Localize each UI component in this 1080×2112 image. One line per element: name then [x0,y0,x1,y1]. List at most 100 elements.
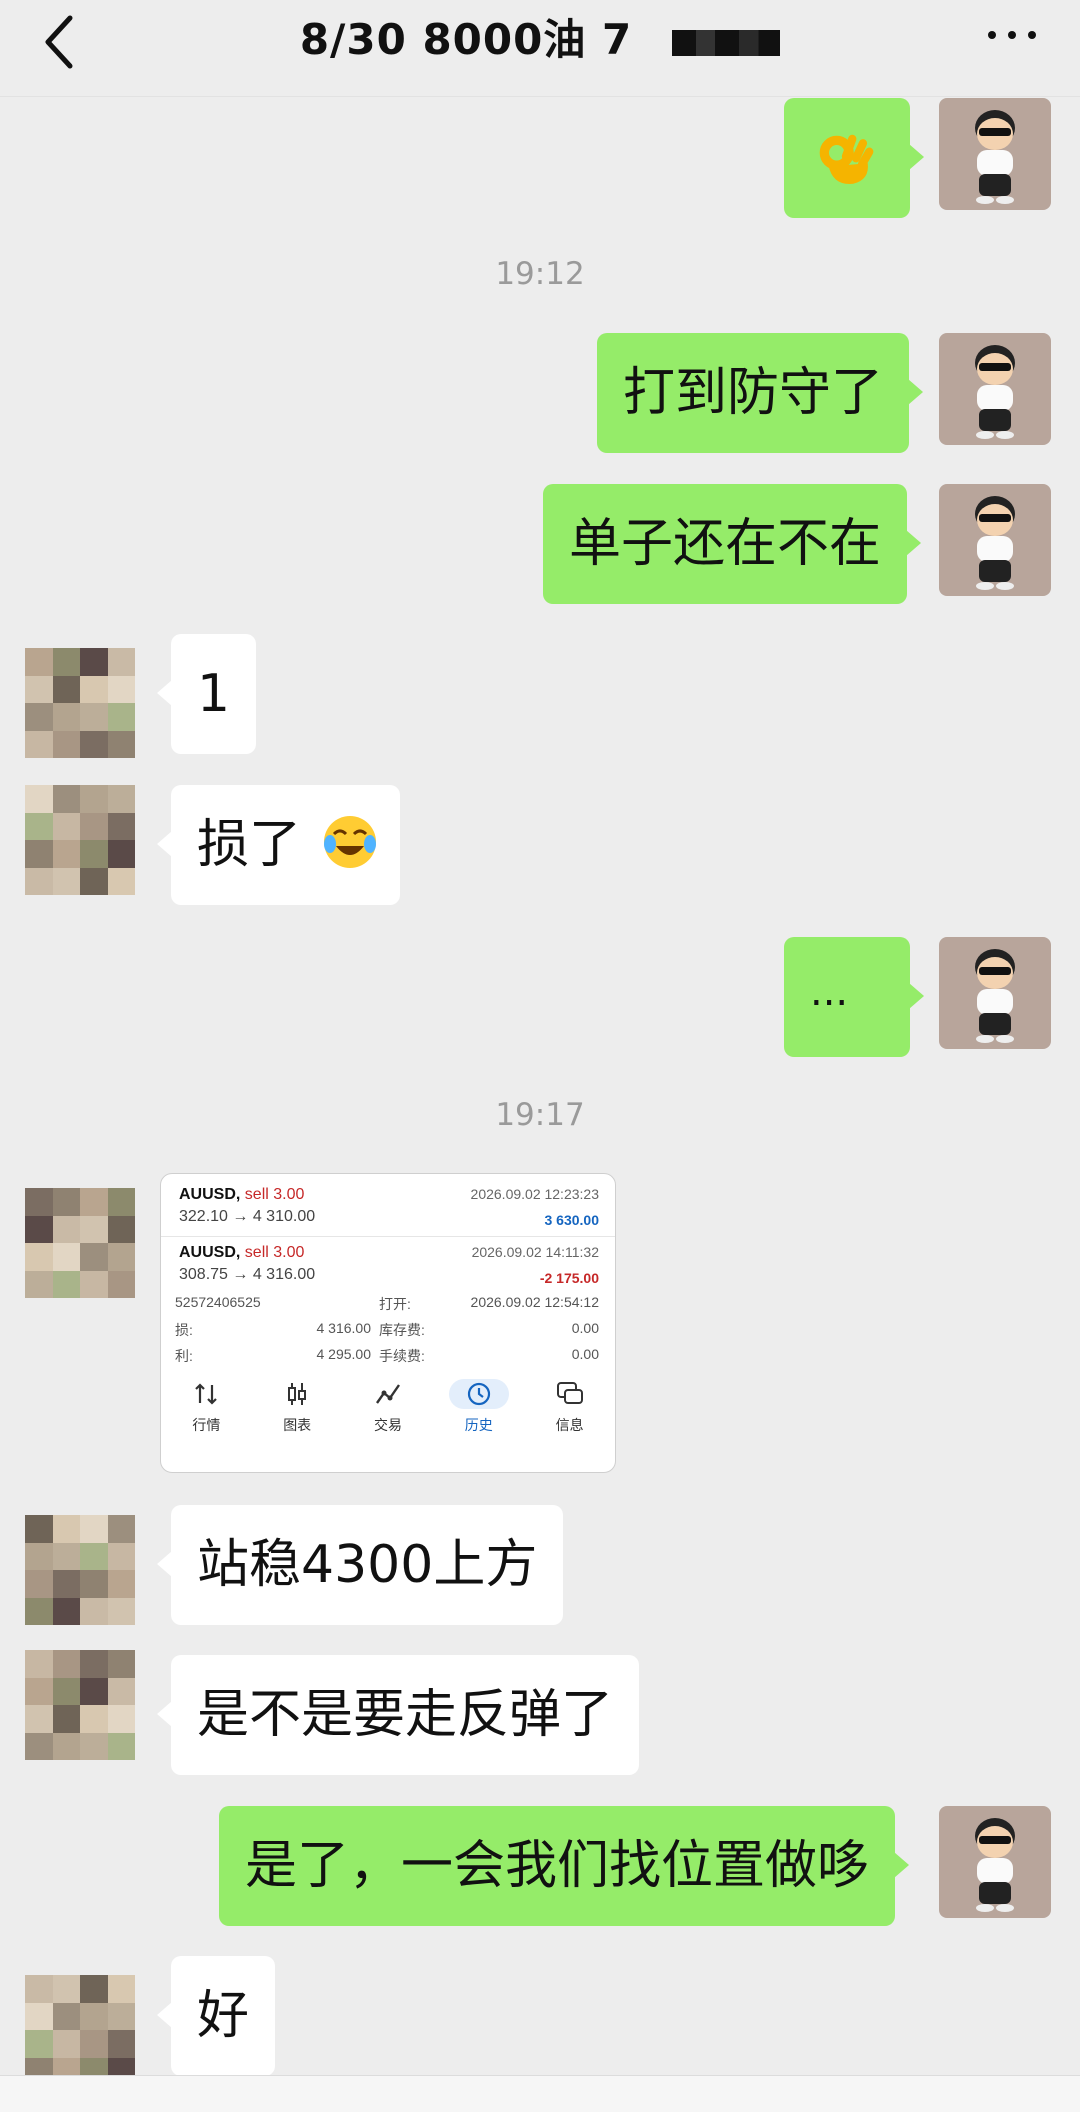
chat-title: 8/30 8000油 7 [0,10,1080,70]
avatar-pixel [52,1650,80,1678]
avatar-pixel [52,2002,80,2030]
avatar-pixel [25,2002,53,2030]
avatar-pixel [80,2030,108,2058]
nav-history: 历史 [447,1379,511,1449]
avatar-pixel [52,1188,80,1216]
chat-bubbles-icon [556,1382,583,1404]
avatar[interactable] [939,1806,1051,1918]
message-bubble[interactable]: 好 [156,1956,276,2076]
message-bubble[interactable]: 是不是要走反弹了 [156,1655,640,1775]
nav-chart: 图表 [265,1379,329,1449]
avatar-pixel [25,785,53,813]
avatar-pixel [80,2002,108,2030]
avatar-pixel [107,1542,135,1570]
trend-line-icon [376,1384,400,1404]
avatar-pixel [80,1243,108,1271]
avatar-pixel [80,1975,108,2003]
nav-trade: 交易 [356,1379,420,1449]
message-bubble[interactable]: ... [784,937,924,1057]
avatar-pixel [52,675,80,703]
avatar-pixel [52,1975,80,2003]
avatar-pixel [107,1515,135,1543]
avatar-pixel [80,1188,108,1216]
avatar-pixel [52,730,80,758]
avatar-pixel [80,675,108,703]
avatar-pixel [25,840,53,868]
nav-quotes: 行情 [174,1379,238,1449]
avatar-pixel [107,812,135,840]
avatar-pixel [52,1515,80,1543]
arrows-updown-icon [195,1383,218,1405]
message-bubble[interactable]: 单子还在不在 [543,484,922,604]
avatar-pixel [25,1975,53,2003]
tears-of-joy-emoji-icon [323,816,376,868]
avatar-pixel [80,1650,108,1678]
chat-header: 8/30 8000油 7 [0,0,1080,97]
message-bubble-ok-emoji[interactable] [784,98,924,218]
avatar-pixel [25,1215,53,1243]
avatar-pixel [80,1270,108,1298]
avatar-pixelated[interactable] [25,648,135,758]
avatar[interactable] [939,98,1051,210]
avatar-pixel [80,867,108,895]
avatar-pixelated[interactable] [25,1650,135,1760]
order-row: AUUSD, sell 3.00 2026.09.02 14:11:32 308… [179,1244,599,1286]
avatar-pixel [52,867,80,895]
avatar-pixel [25,1650,53,1678]
message-text: 损了 [197,815,302,875]
avatar-pixel [80,1597,108,1625]
avatar-pixelated[interactable] [25,1188,135,1298]
avatar-pixel [107,703,135,731]
avatar-pixel [25,2030,53,2058]
avatar-pixel [52,840,80,868]
avatar-pixel [80,1705,108,1733]
avatar-pixelated[interactable] [25,1515,135,1625]
avatar-pixel [80,648,108,676]
message-bubble[interactable]: 是了，一会我们找位置做哆 [219,1806,910,1926]
message-bubble[interactable]: 站稳4300上方 [156,1505,564,1625]
avatar-pixel [52,1570,80,1598]
input-bar[interactable] [0,2075,1080,2112]
avatar-pixel [80,1515,108,1543]
avatar[interactable] [939,333,1051,445]
avatar-pixel [107,1677,135,1705]
avatar-pixel [25,1243,53,1271]
message-bubble-with-emoji[interactable]: 损了 [157,785,400,905]
avatar-pixel [80,812,108,840]
avatar-pixel [80,1732,108,1760]
avatar-pixel [25,1677,53,1705]
avatar-pixel [107,730,135,758]
avatar[interactable] [939,484,1051,596]
avatar-pixel [25,1570,53,1598]
avatar-pixel [107,648,135,676]
candlestick-icon [288,1383,307,1405]
avatar-pixel [25,1597,53,1625]
trade-history-screenshot[interactable]: AUUSD, sell 3.00 2026.09.02 12:23:23 322… [160,1173,616,1473]
avatar-pixelated[interactable] [25,785,135,895]
avatar-pixel [52,1677,80,1705]
avatar-pixel [107,1597,135,1625]
cartoon-boy-avatar-icon [975,1818,1015,1912]
avatar-pixel [52,1732,80,1760]
avatar-pixel [25,730,53,758]
avatar-pixel [25,1188,53,1216]
cartoon-boy-avatar-icon [975,496,1015,590]
timestamp: 19:12 [495,256,585,292]
avatar-pixel [52,785,80,813]
avatar-pixel [80,730,108,758]
avatar-pixel [25,867,53,895]
order-row: AUUSD, sell 3.00 2026.09.02 12:23:23 322… [179,1186,599,1228]
avatar-pixel [107,1570,135,1598]
message-bubble[interactable]: 打到防守了 [597,333,924,453]
avatar-pixel [80,703,108,731]
nav-messages: 信息 [538,1379,602,1449]
history-clock-icon [448,1379,509,1409]
message-bubble[interactable]: 1 [156,634,257,754]
avatar-pixel [107,2002,135,2030]
avatar-pixelated[interactable] [25,1975,135,2085]
avatar-pixel [52,1270,80,1298]
ellipsis-icon[interactable] [984,20,1040,50]
avatar[interactable] [939,937,1051,1049]
avatar-pixel [80,1542,108,1570]
avatar-pixel [107,1270,135,1298]
